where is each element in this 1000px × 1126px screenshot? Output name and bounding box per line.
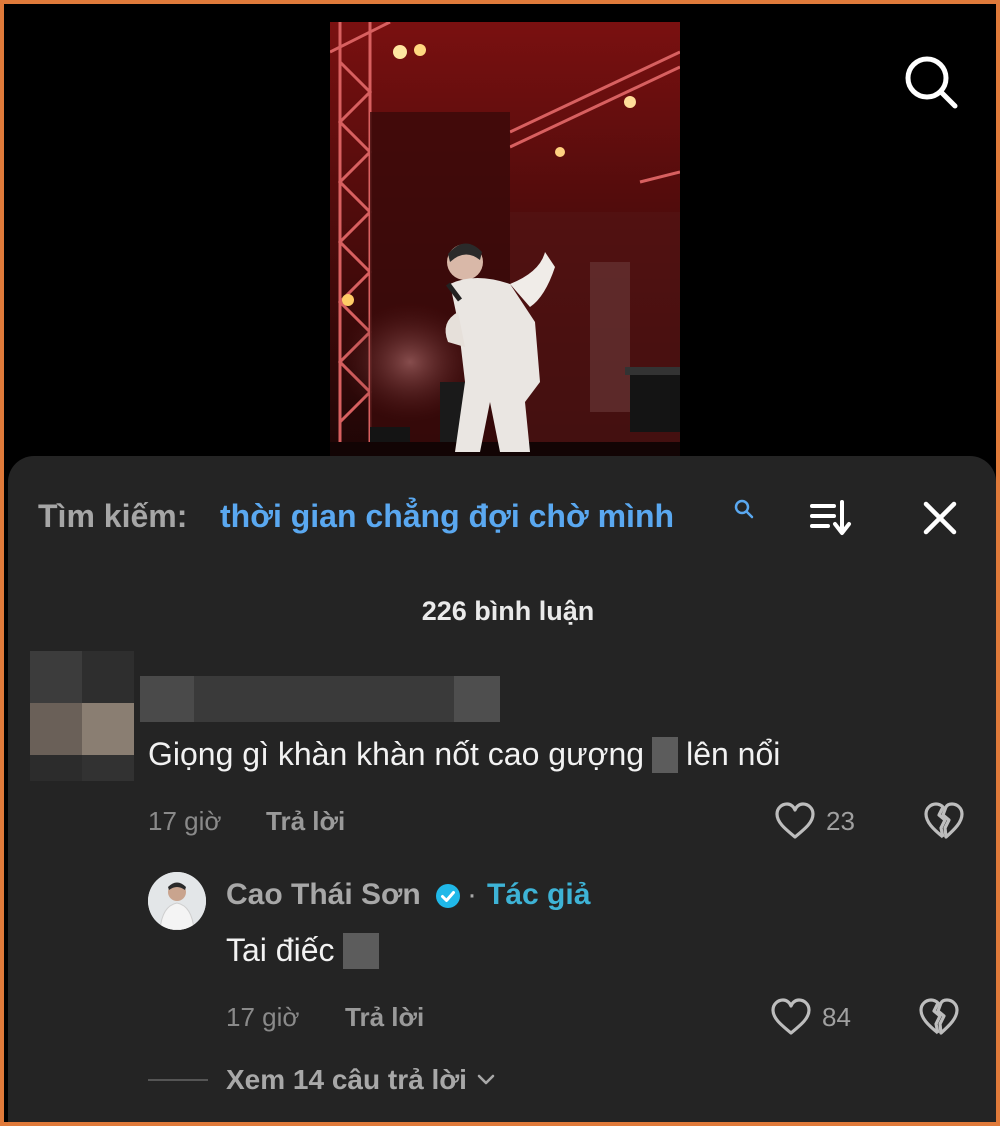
reply-time: 17 giờ xyxy=(226,1002,300,1032)
censored-word xyxy=(652,737,679,773)
like-count: 84 xyxy=(822,1001,851,1032)
reply-button[interactable]: Trả lời xyxy=(266,804,345,838)
video-player[interactable] xyxy=(330,22,680,462)
video-frame-image xyxy=(330,22,680,462)
comment-text: Giọng gì khàn khàn nốt cao gượng lên nổi xyxy=(148,736,781,773)
broken-heart-icon xyxy=(919,998,959,1035)
search-prefix-label: Tìm kiếm: xyxy=(38,498,188,534)
close-icon xyxy=(923,501,957,535)
dislike-button[interactable] xyxy=(918,997,960,1037)
comment-author-name[interactable] xyxy=(140,676,500,722)
search-query-link[interactable]: thời gian chẳng đợi chờ mình xyxy=(220,496,674,536)
sort-button[interactable] xyxy=(808,496,852,540)
like-count: 23 xyxy=(826,805,855,836)
view-replies-label: Xem 14 câu trả lời xyxy=(226,1064,467,1095)
search-button[interactable] xyxy=(899,52,965,112)
dislike-button[interactable] xyxy=(923,801,965,841)
reply-button[interactable]: Trả lời xyxy=(345,1000,424,1034)
censored-word xyxy=(342,933,379,969)
heart-icon xyxy=(771,998,811,1035)
app-frame: Tìm kiếm: thời gian chẳng đợi chờ mình 2… xyxy=(0,0,1000,1126)
reply-author-name[interactable]: Cao Thái Sơn xyxy=(226,876,421,914)
search-suggestion-bar: Tìm kiếm: thời gian chẳng đợi chờ mình xyxy=(38,496,958,546)
verified-icon xyxy=(436,884,460,908)
view-replies-button[interactable]: Xem 14 câu trả lời xyxy=(148,1060,499,1100)
comment-count: 226 bình luận xyxy=(421,596,595,626)
avatar[interactable] xyxy=(30,651,134,781)
close-button[interactable] xyxy=(918,496,962,540)
divider-line xyxy=(148,1079,208,1081)
chevron-down-icon xyxy=(477,1074,495,1085)
reply-text: Tai điếc xyxy=(226,930,387,970)
search-icon xyxy=(905,56,958,109)
heart-icon xyxy=(775,802,815,839)
broken-heart-icon xyxy=(924,802,964,839)
like-button[interactable]: 23 xyxy=(774,801,855,841)
author-avatar-image xyxy=(148,872,206,930)
author-badge: Tác giả xyxy=(487,878,591,911)
comments-sheet: Tìm kiếm: thời gian chẳng đợi chờ mình 2… xyxy=(8,456,996,1122)
search-icon xyxy=(734,499,754,519)
comment-time: 17 giờ xyxy=(148,806,222,836)
like-button[interactable]: 84 xyxy=(770,997,851,1037)
separator-dot: · xyxy=(467,878,477,911)
author-avatar[interactable] xyxy=(148,872,206,930)
sort-icon xyxy=(810,500,851,535)
